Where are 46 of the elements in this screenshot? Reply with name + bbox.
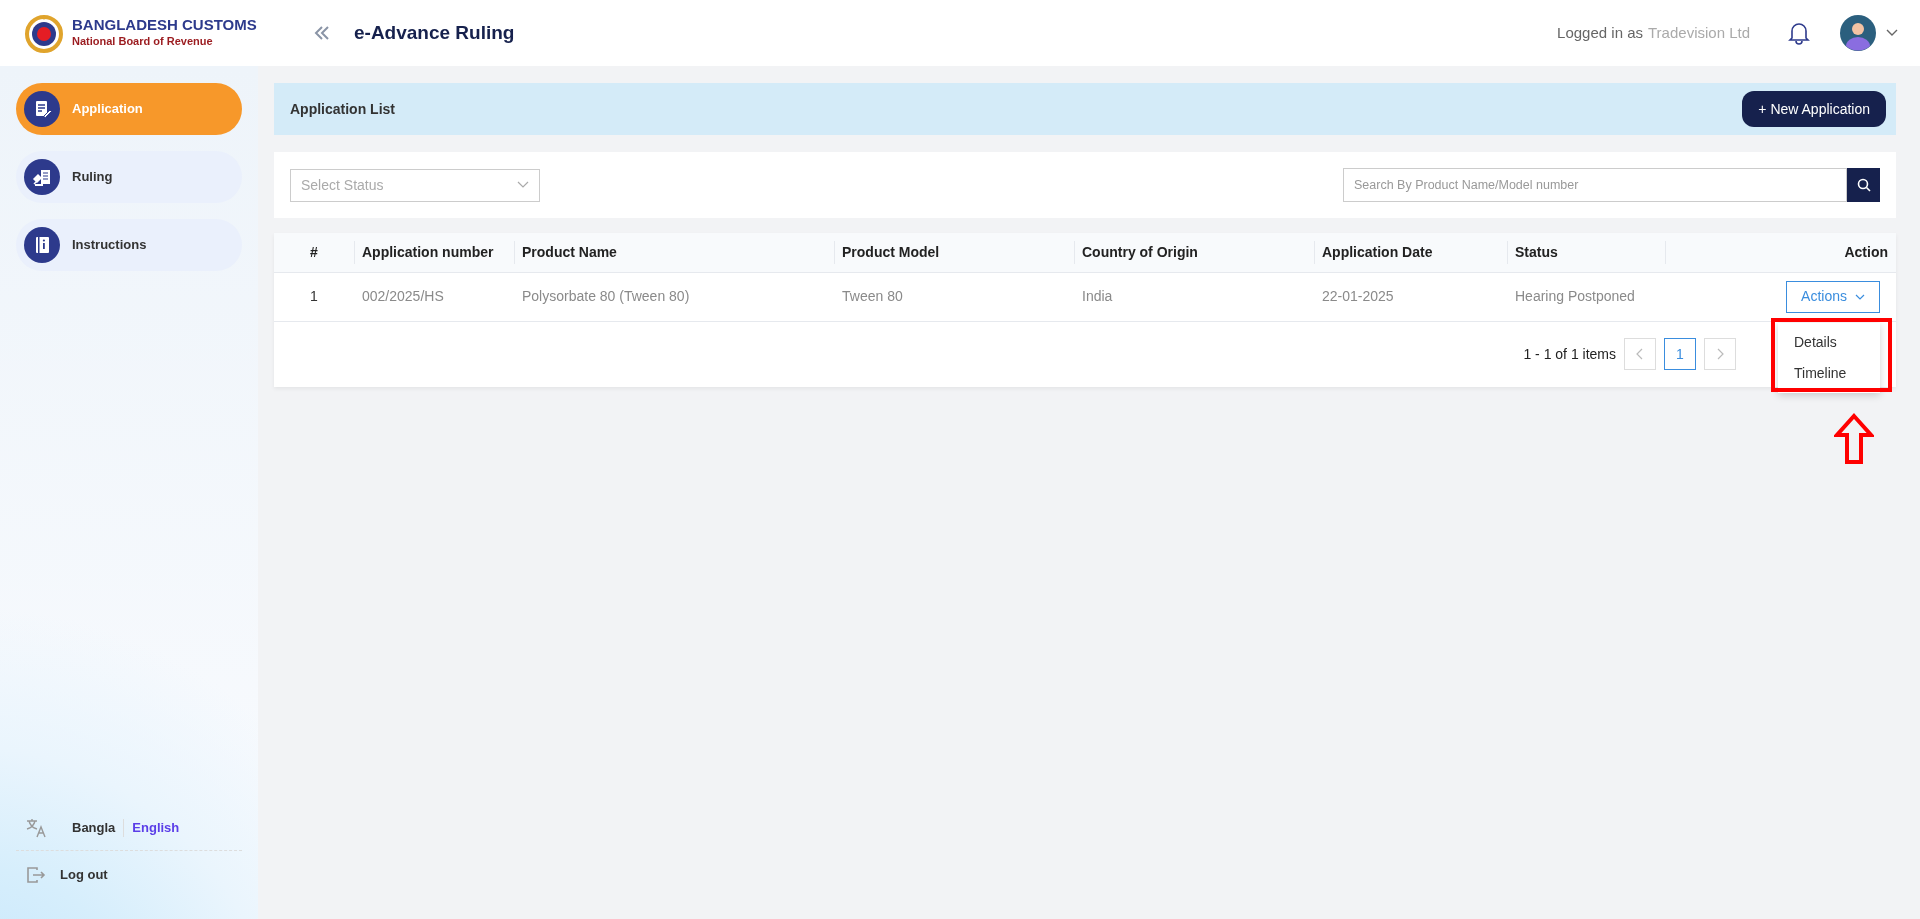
pagination-summary: 1 - 1 of 1 items [1523,344,1616,364]
chevron-down-icon [517,181,529,189]
gavel-icon [32,167,52,187]
table-cell: India [1082,288,1113,304]
logout-button[interactable]: Log out [16,851,118,899]
column-header: Application number [354,233,514,272]
menu-item[interactable]: Timeline [1778,358,1880,389]
table-cell: Tween 80 [842,288,903,304]
table-cell: Hearing Postponed [1515,288,1635,304]
sidebar-item[interactable]: Instructions [16,219,242,271]
column-header: Action [1665,233,1896,272]
logo-title: BANGLADESH CUSTOMS [72,16,257,33]
table-cell: 002/2025/HS [362,288,444,304]
sidebar-item[interactable]: Ruling [16,151,242,203]
actions-dropdown-button[interactable]: Actions [1786,280,1880,313]
logout-icon [26,865,46,885]
page-title: e-Advance Ruling [354,20,515,45]
chevron-right-icon [1716,348,1724,360]
chevron-down-icon [1855,293,1865,300]
section-title: Application List [290,99,395,119]
column-header: # [274,233,354,272]
chevron-left-icon [1636,348,1644,360]
column-header: Product Name [514,233,834,272]
column-header: Product Model [834,233,1074,272]
table-cell: 1 [310,288,318,304]
customs-emblem-logo [24,13,64,53]
search-field[interactable]: Search By Product Name/Model number [1343,168,1847,202]
language-option[interactable]: Bangla [72,818,116,838]
new-application-button[interactable]: + New Application [1742,91,1886,127]
table-cell: 22-01-2025 [1322,288,1394,304]
search-icon [1856,178,1871,192]
table-cell: Polysorbate 80 (Tween 80) [522,288,690,304]
logo-subtitle: National Board of Revenue [72,34,214,49]
chevron-down-icon[interactable] [1886,29,1898,37]
menu-item[interactable]: Details [1778,327,1880,358]
collapse-icon[interactable] [314,26,330,40]
column-header: Country of Origin [1074,233,1314,272]
column-header: Status [1507,233,1665,272]
language-option[interactable]: English [132,818,180,838]
user-avatar[interactable] [1840,15,1876,51]
column-header: Application Date [1314,233,1507,272]
logged-in-label: Logged in as [1557,22,1643,43]
translate-icon [26,818,46,838]
notification-bell-icon[interactable] [1788,21,1810,45]
search-button[interactable] [1847,168,1880,202]
user-name: Tradevision Ltd [1648,22,1750,43]
